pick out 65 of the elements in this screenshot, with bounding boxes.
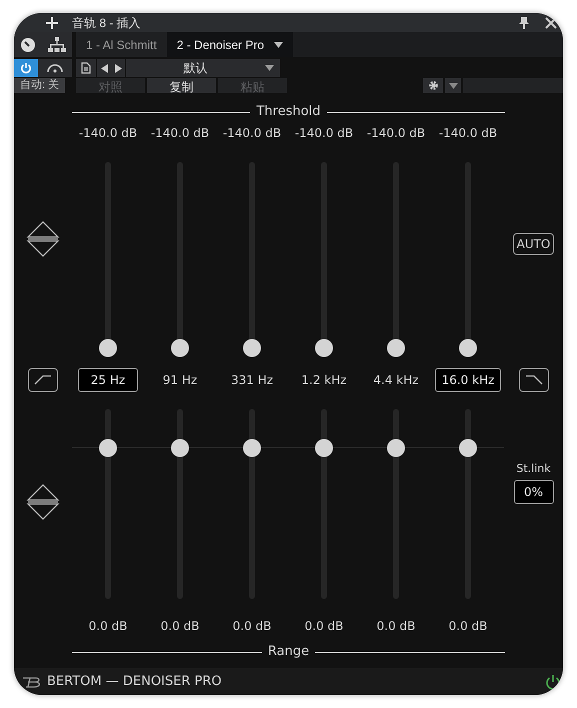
toolbar-button[interactable]: 复制: [147, 78, 216, 93]
close-icon[interactable]: [545, 16, 557, 28]
power-button[interactable]: [14, 59, 38, 77]
range-heading: Range: [266, 643, 310, 662]
filter-curve-icon: [524, 373, 544, 387]
previous-icon[interactable]: [100, 64, 108, 72]
slider-thumb[interactable]: [315, 438, 333, 457]
caret-icon[interactable]: [448, 82, 458, 88]
caret-icon: [274, 42, 284, 48]
frequency-field[interactable]: 16.0 kHz: [434, 368, 502, 392]
range-value: 0.0 dB: [88, 618, 128, 635]
stereo-link-label: St.link: [516, 461, 551, 477]
frequency-value: 4.4 kHz: [373, 372, 419, 389]
preset-dropdown[interactable]: 默认: [126, 59, 280, 77]
filter-curve-icon: [33, 373, 53, 387]
slider-thumb[interactable]: [315, 339, 333, 357]
range-value: 0.0 dB: [376, 618, 416, 635]
range-value: 0.0 dB: [304, 618, 344, 635]
frequency-value: 331 Hz: [230, 372, 274, 389]
brand-name: BERTOM — DENOISER PRO: [47, 672, 222, 691]
add-icon[interactable]: [46, 16, 58, 28]
range-value: 0.0 dB: [232, 618, 272, 635]
slider-thumb[interactable]: [99, 339, 117, 357]
logo-icon: [22, 676, 42, 688]
range-value: 0.0 dB: [160, 618, 200, 635]
threshold-value: -140.0 dB: [294, 125, 354, 142]
diamond-icon[interactable]: [26, 484, 60, 520]
frequency-field[interactable]: 25 Hz: [78, 368, 138, 392]
slider-thumb[interactable]: [459, 438, 477, 457]
knob-icon[interactable]: [20, 36, 36, 52]
next-icon[interactable]: [114, 64, 122, 72]
toolbar-field[interactable]: [463, 78, 563, 93]
window-title: 音轨 8 - 插入: [72, 14, 141, 32]
high-pass-button[interactable]: [28, 368, 58, 392]
diamond-icon[interactable]: [26, 221, 60, 257]
auto-button[interactable]: AUTO: [512, 233, 554, 255]
settings-icon[interactable]: [428, 80, 438, 91]
slider-thumb[interactable]: [459, 339, 477, 357]
threshold-value: -140.0 dB: [222, 125, 282, 142]
plugin-tab[interactable]: 2 - Denoiser Pro: [166, 32, 294, 57]
slider-thumb[interactable]: [387, 438, 405, 457]
caret-icon: [265, 65, 274, 71]
threshold-value: -140.0 dB: [438, 125, 498, 142]
threshold-value: -140.0 dB: [78, 125, 138, 142]
frequency-value: 1.2 kHz: [301, 372, 347, 389]
slider-thumb[interactable]: [387, 339, 405, 357]
threshold-value: -140.0 dB: [366, 125, 426, 142]
document-icon[interactable]: [81, 62, 91, 74]
pin-icon[interactable]: [519, 16, 529, 28]
threshold-value: -140.0 dB: [150, 125, 210, 142]
range-value: 0.0 dB: [448, 618, 488, 635]
power-icon: [20, 62, 32, 74]
frequency-value: 91 Hz: [162, 372, 198, 389]
threshold-heading: Threshold: [255, 103, 322, 122]
stereo-link-field[interactable]: 0%: [514, 480, 554, 504]
power-icon[interactable]: [545, 674, 561, 690]
slider-thumb[interactable]: [243, 438, 261, 457]
routing-icon[interactable]: [48, 36, 66, 52]
slider-thumb[interactable]: [99, 438, 117, 457]
low-pass-button[interactable]: [518, 368, 548, 392]
slider-thumb[interactable]: [243, 339, 261, 357]
automation-status[interactable]: 自动: 关: [14, 78, 65, 93]
slider-thumb[interactable]: [171, 339, 189, 357]
slider-thumb[interactable]: [171, 438, 189, 457]
arc-icon[interactable]: [47, 64, 63, 72]
